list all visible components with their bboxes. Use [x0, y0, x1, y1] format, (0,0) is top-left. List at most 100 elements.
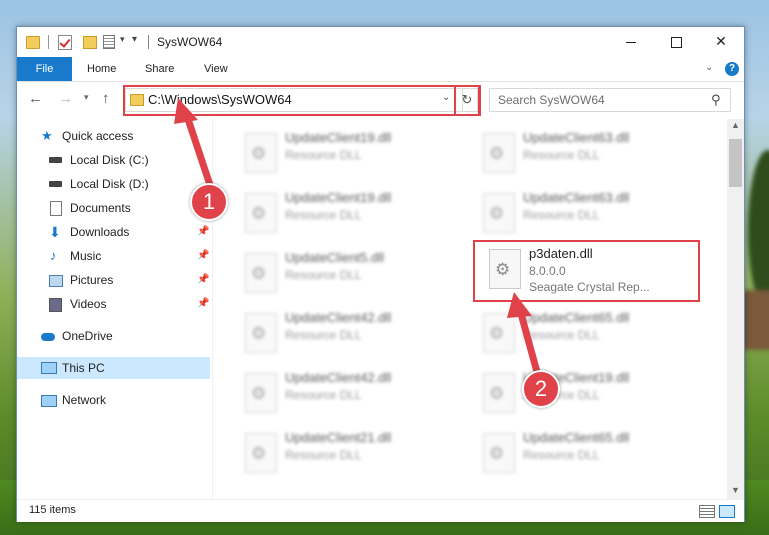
dll-file-icon: [245, 253, 277, 293]
folder-icon: [26, 36, 40, 49]
help-icon[interactable]: ?: [725, 62, 739, 76]
sidebar-item-label: Documents: [70, 201, 131, 215]
callout-badge-2: 2: [522, 370, 560, 408]
list-item[interactable]: UpdateClient65.dll Resource DLL: [473, 307, 683, 359]
close-button[interactable]: ✕: [698, 27, 744, 57]
qat-dropdown-icon[interactable]: ▾: [120, 34, 125, 45]
qat-customize-icon[interactable]: ▾: [132, 34, 137, 45]
tab-share[interactable]: Share: [145, 57, 174, 81]
list-item[interactable]: UpdateClient21.dll Resource DLL: [235, 427, 445, 479]
list-item[interactable]: UpdateClient19.dll Resource DLL: [235, 127, 445, 179]
file-name: UpdateClient63.dll: [523, 130, 630, 145]
forward-arrow-icon[interactable]: →: [58, 90, 73, 107]
cloud-icon: [41, 333, 55, 341]
up-arrow-icon[interactable]: ↑: [102, 90, 110, 107]
ribbon-expand-icon[interactable]: ⌄: [705, 62, 713, 73]
sidebar-item-local-disk-c[interactable]: Local Disk (C:): [17, 149, 210, 171]
maximize-button[interactable]: [653, 27, 699, 57]
sidebar-item-quick-access[interactable]: ★ Quick access: [17, 125, 210, 147]
network-icon: [41, 395, 57, 407]
file-name: UpdateClient63.dll: [523, 190, 630, 205]
sidebar-item-local-disk-d[interactable]: Local Disk (D:): [17, 173, 210, 195]
file-description: Resource DLL: [285, 448, 362, 462]
callout-badge-1: 1: [190, 183, 228, 221]
dll-file-icon: [483, 133, 515, 173]
large-icons-view-icon[interactable]: [719, 505, 735, 518]
documents-icon: [50, 201, 62, 216]
file-name: UpdateClient65.dll: [523, 430, 630, 445]
drive-icon: [49, 157, 62, 163]
sidebar-item-network[interactable]: Network: [17, 389, 210, 411]
dll-file-icon: [245, 433, 277, 473]
dll-file-icon: [245, 193, 277, 233]
pin-icon[interactable]: 📌: [197, 269, 209, 291]
close-icon: ✕: [715, 33, 727, 49]
sidebar-item-documents[interactable]: Documents: [17, 197, 210, 219]
file-highlight: [473, 240, 700, 302]
maximize-icon: [670, 36, 682, 48]
dll-file-icon: [483, 433, 515, 473]
search-icon[interactable]: ⚲: [711, 92, 721, 108]
sidebar-item-pictures[interactable]: Pictures 📌: [17, 269, 210, 291]
list-item[interactable]: UpdateClient63.dll Resource DLL: [473, 187, 683, 239]
sidebar-item-this-pc[interactable]: This PC: [17, 357, 210, 379]
dll-file-icon: [483, 373, 515, 413]
navigation-pane: ★ Quick access Local Disk (C:) Local Dis…: [17, 119, 213, 499]
file-description: Resource DLL: [285, 148, 362, 162]
sidebar-item-onedrive[interactable]: OneDrive: [17, 325, 210, 347]
tab-view[interactable]: View: [204, 57, 228, 81]
details-view-icon[interactable]: [699, 505, 715, 518]
file-description: Resource DLL: [285, 328, 362, 342]
search-placeholder: Search SysWOW64: [498, 93, 605, 107]
ribbon-tabs: File Home Share View ⌄ ?: [17, 57, 744, 82]
pin-icon[interactable]: 📌: [197, 293, 209, 315]
title-divider: [148, 35, 149, 49]
music-icon: ♪: [50, 248, 57, 263]
tab-file[interactable]: File: [17, 57, 72, 81]
list-item[interactable]: UpdateClient19.dll Resource DLL: [235, 187, 445, 239]
list-item[interactable]: UpdateClient5.dll Resource DLL: [235, 247, 445, 299]
sidebar-item-label: Music: [70, 249, 102, 263]
address-row: ← → ▾ ↑ C:\Windows\SysWOW64 ⌄ ↻ Search S…: [17, 82, 744, 116]
pictures-icon: [49, 275, 63, 287]
file-description: Resource DLL: [523, 448, 600, 462]
recent-locations-icon[interactable]: ▾: [84, 92, 89, 103]
minimize-icon: [626, 41, 636, 43]
list-item[interactable]: UpdateClient42.dll Resource DLL: [235, 367, 445, 419]
scroll-down-icon[interactable]: ▼: [731, 485, 740, 495]
properties-check-icon[interactable]: [58, 35, 72, 50]
file-description: Resource DLL: [285, 388, 362, 402]
pin-icon[interactable]: 📌: [197, 221, 209, 243]
list-item[interactable]: UpdateClient42.dll Resource DLL: [235, 307, 445, 359]
file-description: Resource DLL: [523, 328, 600, 342]
sidebar-item-videos[interactable]: Videos 📌: [17, 293, 210, 315]
dll-file-icon: [245, 373, 277, 413]
vertical-scrollbar[interactable]: ▲ ▼: [727, 119, 744, 499]
minimize-button[interactable]: [608, 27, 654, 57]
list-item[interactable]: UpdateClient19.dll Resource DLL: [473, 367, 683, 419]
sidebar-item-label: Local Disk (D:): [70, 177, 149, 191]
scroll-thumb[interactable]: [729, 139, 742, 187]
sidebar-item-label: OneDrive: [62, 329, 113, 343]
file-description: Resource DLL: [285, 208, 362, 222]
title-bar: ▾ ▾ SysWOW64 ✕: [17, 27, 744, 57]
list-item[interactable]: UpdateClient63.dll Resource DLL: [473, 127, 683, 179]
computer-icon: [41, 362, 57, 374]
pin-icon[interactable]: 📌: [197, 245, 209, 267]
sidebar-item-music[interactable]: ♪ Music 📌: [17, 245, 210, 267]
toolbar-divider: [48, 35, 49, 49]
tab-home[interactable]: Home: [87, 57, 116, 81]
sidebar-item-label: This PC: [62, 361, 105, 375]
dll-file-icon: [245, 313, 277, 353]
search-input[interactable]: Search SysWOW64 ⚲: [489, 88, 731, 112]
sidebar-item-label: Quick access: [62, 129, 134, 143]
back-arrow-icon[interactable]: ←: [28, 90, 43, 107]
scroll-up-icon[interactable]: ▲: [731, 120, 740, 130]
sidebar-item-downloads[interactable]: ⬇ Downloads 📌: [17, 221, 210, 243]
properties-icon[interactable]: [103, 35, 115, 49]
sidebar-item-label: Local Disk (C:): [70, 153, 149, 167]
new-folder-icon[interactable]: [83, 36, 97, 49]
file-description: Resource DLL: [523, 148, 600, 162]
list-item[interactable]: UpdateClient65.dll Resource DLL: [473, 427, 683, 479]
file-name: UpdateClient19.dll: [285, 130, 392, 145]
